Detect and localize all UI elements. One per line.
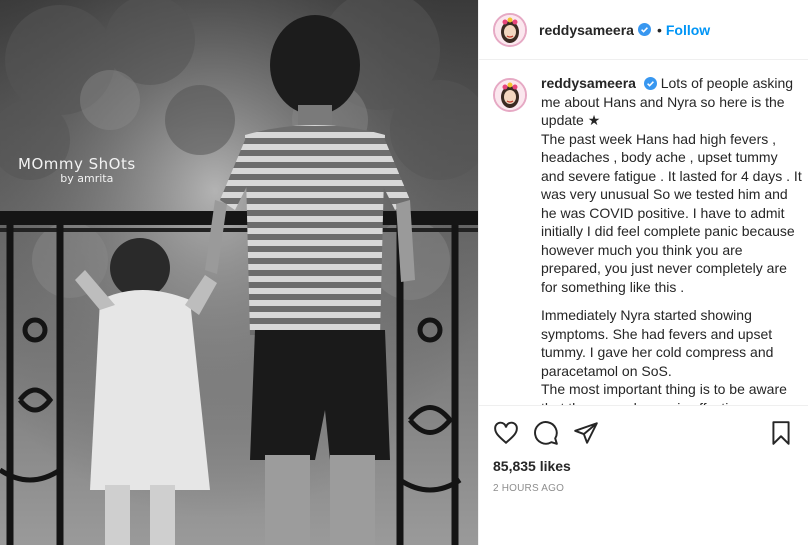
post-header: reddysameera • Follow (479, 0, 808, 60)
caption-username[interactable]: reddysameera (541, 75, 636, 91)
likes-count[interactable]: 85,835 likes (493, 458, 794, 474)
watermark-title: MOmmy ShOts (18, 155, 136, 173)
action-icons (493, 406, 794, 460)
comment-icon[interactable] (533, 420, 559, 446)
caption-body-2: Immediately Nyra started showing symptom… (541, 307, 787, 405)
caption-avatar[interactable] (493, 78, 527, 112)
separator-dot: • (656, 21, 662, 38)
photo-watermark: MOmmy ShOts by amrita (18, 155, 136, 186)
post-actions: 85,835 likes 2 HOURS AGO (479, 405, 808, 545)
watermark-credit: by amrita (60, 172, 114, 186)
avatar[interactable] (493, 12, 527, 47)
bookmark-icon[interactable] (768, 420, 794, 446)
heart-icon[interactable] (493, 420, 519, 446)
post-photo[interactable]: MOmmy ShOts by amrita (0, 0, 478, 545)
caption-text: reddysameera Lots of people asking me ab… (541, 74, 803, 405)
post-sidebar: reddysameera • Follow reddysameera Lots … (478, 0, 808, 545)
caption-paragraph: reddysameera Lots of people asking me ab… (541, 74, 803, 296)
instagram-post: MOmmy ShOts by amrita reddysameera • Fol… (0, 0, 808, 545)
follow-button[interactable]: Follow (666, 22, 710, 38)
verified-badge-icon (643, 76, 657, 90)
caption-body-1: Lots of people asking me about Hans and … (541, 75, 802, 295)
username-link[interactable]: reddysameera (539, 22, 634, 38)
post-timestamp[interactable]: 2 HOURS AGO (493, 483, 794, 494)
photo-illustration (0, 0, 478, 545)
verified-badge-icon (637, 23, 651, 36)
share-icon[interactable] (573, 420, 599, 446)
caption-area: reddysameera Lots of people asking me ab… (479, 60, 808, 405)
